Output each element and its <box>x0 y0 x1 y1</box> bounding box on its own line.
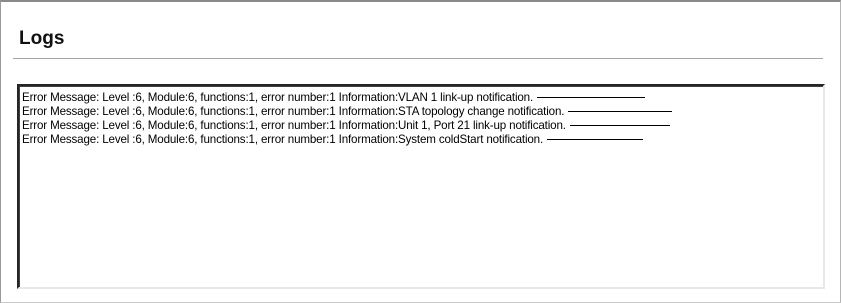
log-entry-text: Error Message: Level :6, Module:6, funct… <box>22 104 565 118</box>
log-entry: Error Message: Level :6, Module:6, funct… <box>22 118 819 132</box>
log-entry-text: Error Message: Level :6, Module:6, funct… <box>22 90 534 104</box>
log-list: Error Message: Level :6, Module:6, funct… <box>22 90 819 146</box>
log-entry: Error Message: Level :6, Module:6, funct… <box>22 90 819 104</box>
title-divider <box>13 58 823 59</box>
page-title: Logs <box>19 28 65 49</box>
log-entry-line-marker <box>537 96 646 98</box>
log-entry-text: Error Message: Level :6, Module:6, funct… <box>22 118 566 132</box>
logs-panel: Logs Error Message: Level :6, Module:6, … <box>0 0 841 303</box>
log-entry-line-marker <box>569 124 670 126</box>
log-entry: Error Message: Level :6, Module:6, funct… <box>22 132 819 146</box>
log-entry-text: Error Message: Level :6, Module:6, funct… <box>22 132 544 146</box>
log-entry-line-marker <box>568 110 673 112</box>
log-entry-line-marker <box>547 138 644 140</box>
log-entry: Error Message: Level :6, Module:6, funct… <box>22 104 819 118</box>
log-textarea[interactable]: Error Message: Level :6, Module:6, funct… <box>17 84 825 289</box>
